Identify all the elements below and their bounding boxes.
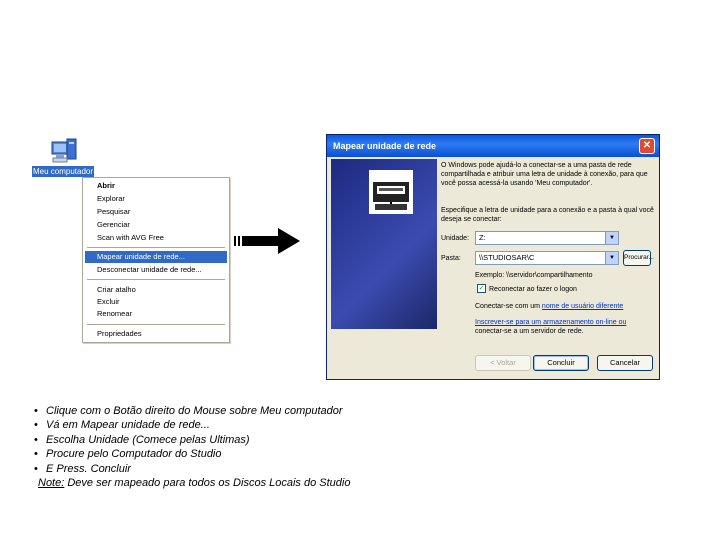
- menu-item-disconnect-network-drive[interactable]: Desconectar unidade de rede...: [85, 264, 227, 276]
- instructions-list: • Clique com o Botão direito do Mouse sob…: [34, 404, 434, 490]
- menu-item-avg-scan[interactable]: Scan with AVG Free: [85, 232, 227, 244]
- example-text: Exemplo: \\servidor\compartilhamento: [475, 272, 593, 279]
- menu-separator: [87, 324, 225, 325]
- menu-item-search[interactable]: Pesquisar: [85, 206, 227, 218]
- close-button[interactable]: ✕: [639, 138, 655, 154]
- drive-select-value: Z:: [479, 233, 486, 242]
- network-drive-icon: [369, 170, 413, 214]
- signup-text: conectar-se a um servidor de rede.: [475, 328, 584, 335]
- dialog-titlebar[interactable]: Mapear unidade de rede ✕: [327, 135, 659, 157]
- menu-item-rename[interactable]: Renomear: [85, 308, 227, 320]
- bullet: •: [34, 433, 38, 446]
- bullet: •: [34, 462, 38, 475]
- instruction-step-text: E Press. Concluir: [46, 462, 131, 475]
- connect-other-user-row: Conectar-se com um nome de usuário difer…: [475, 302, 623, 311]
- instruction-step: • Escolha Unidade (Comece pelas Ultimas): [34, 433, 434, 447]
- instruction-step-text: Procure pelo Computador do Studio: [46, 448, 222, 461]
- map-network-drive-dialog: Mapear unidade de rede ✕ O Windows pode …: [326, 134, 660, 380]
- folder-input-value: \\STUDIOSAR\C: [479, 253, 535, 262]
- dialog-intro-text: O Windows pode ajudá-lo a conectar-se a …: [441, 162, 648, 187]
- instruction-step: • Procure pelo Computador do Studio: [34, 447, 434, 461]
- chevron-down-icon[interactable]: ▼: [605, 232, 618, 244]
- note: Note: Deve ser mapeado para todos os Dis…: [34, 476, 434, 490]
- menu-item-open[interactable]: Abrir: [85, 180, 227, 192]
- chevron-down-icon[interactable]: ▼: [605, 252, 618, 264]
- reconnect-label: Reconectar ao fazer o logon: [489, 286, 577, 293]
- menu-separator: [87, 247, 225, 248]
- right-arrow-icon: [234, 228, 300, 254]
- my-computer-label: Meu computador: [32, 166, 94, 177]
- menu-item-map-network-drive[interactable]: Mapear unidade de rede...: [85, 251, 227, 263]
- back-button[interactable]: < Voltar: [475, 355, 531, 371]
- instruction-step: • E Press. Concluir: [34, 462, 434, 476]
- bullet: •: [34, 419, 38, 432]
- my-computer-desktop-icon[interactable]: Meu computador: [32, 136, 94, 178]
- different-user-link[interactable]: nome de usuário diferente: [542, 303, 623, 310]
- bullet: •: [34, 405, 38, 417]
- bullet: •: [34, 448, 38, 461]
- folder-input[interactable]: \\STUDIOSAR\C ▼: [475, 251, 619, 265]
- browse-button[interactable]: Procurar...: [623, 250, 654, 266]
- wizard-side-panel: [331, 159, 437, 329]
- note-label: Note:: [38, 477, 65, 490]
- folder-label: Pasta:: [441, 255, 461, 262]
- menu-item-explore[interactable]: Explorar: [85, 193, 227, 205]
- finish-button[interactable]: Concluir: [533, 355, 589, 371]
- signup-row: Inscrever-se para um armazenamento on-li…: [475, 318, 626, 327]
- drive-select[interactable]: Z: ▼: [475, 231, 619, 245]
- connect-other-prefix: Conectar-se com um: [475, 303, 542, 310]
- instruction-step: • Vá em Mapear unidade de rede...: [34, 418, 434, 432]
- menu-item-manage[interactable]: Gerenciar: [85, 219, 227, 231]
- reconnect-checkbox[interactable]: ✓: [477, 284, 486, 293]
- instruction-step: • Clique com o Botão direito do Mouse sob…: [34, 404, 434, 418]
- drive-label: Unidade:: [441, 235, 470, 242]
- note-text: Deve ser mapeado para todos os Discos Lo…: [64, 477, 351, 490]
- signup-link[interactable]: Inscrever-se para um armazenamento on-li…: [475, 319, 626, 326]
- my-computer-icon: [51, 138, 77, 163]
- dialog-instruction-text: Especifique a letra de unidade para a co…: [441, 207, 654, 223]
- menu-separator: [87, 279, 225, 280]
- menu-item-properties[interactable]: Propriedades: [85, 328, 227, 340]
- dialog-title: Mapear unidade de rede: [333, 141, 437, 151]
- instruction-step-text: Vá em Mapear unidade de rede...: [46, 419, 210, 432]
- instruction-step-text: Clique com o Botão direito do Mouse sobr…: [46, 405, 343, 417]
- menu-item-delete[interactable]: Excluir: [85, 296, 227, 308]
- cancel-button[interactable]: Cancelar: [597, 355, 653, 371]
- close-icon: ✕: [642, 140, 652, 151]
- menu-item-create-shortcut[interactable]: Criar atalho: [85, 284, 227, 296]
- instruction-step-text: Escolha Unidade (Comece pelas Ultimas): [46, 433, 250, 446]
- context-menu: Abrir Explorar Pesquisar Gerenciar Scan …: [82, 177, 230, 343]
